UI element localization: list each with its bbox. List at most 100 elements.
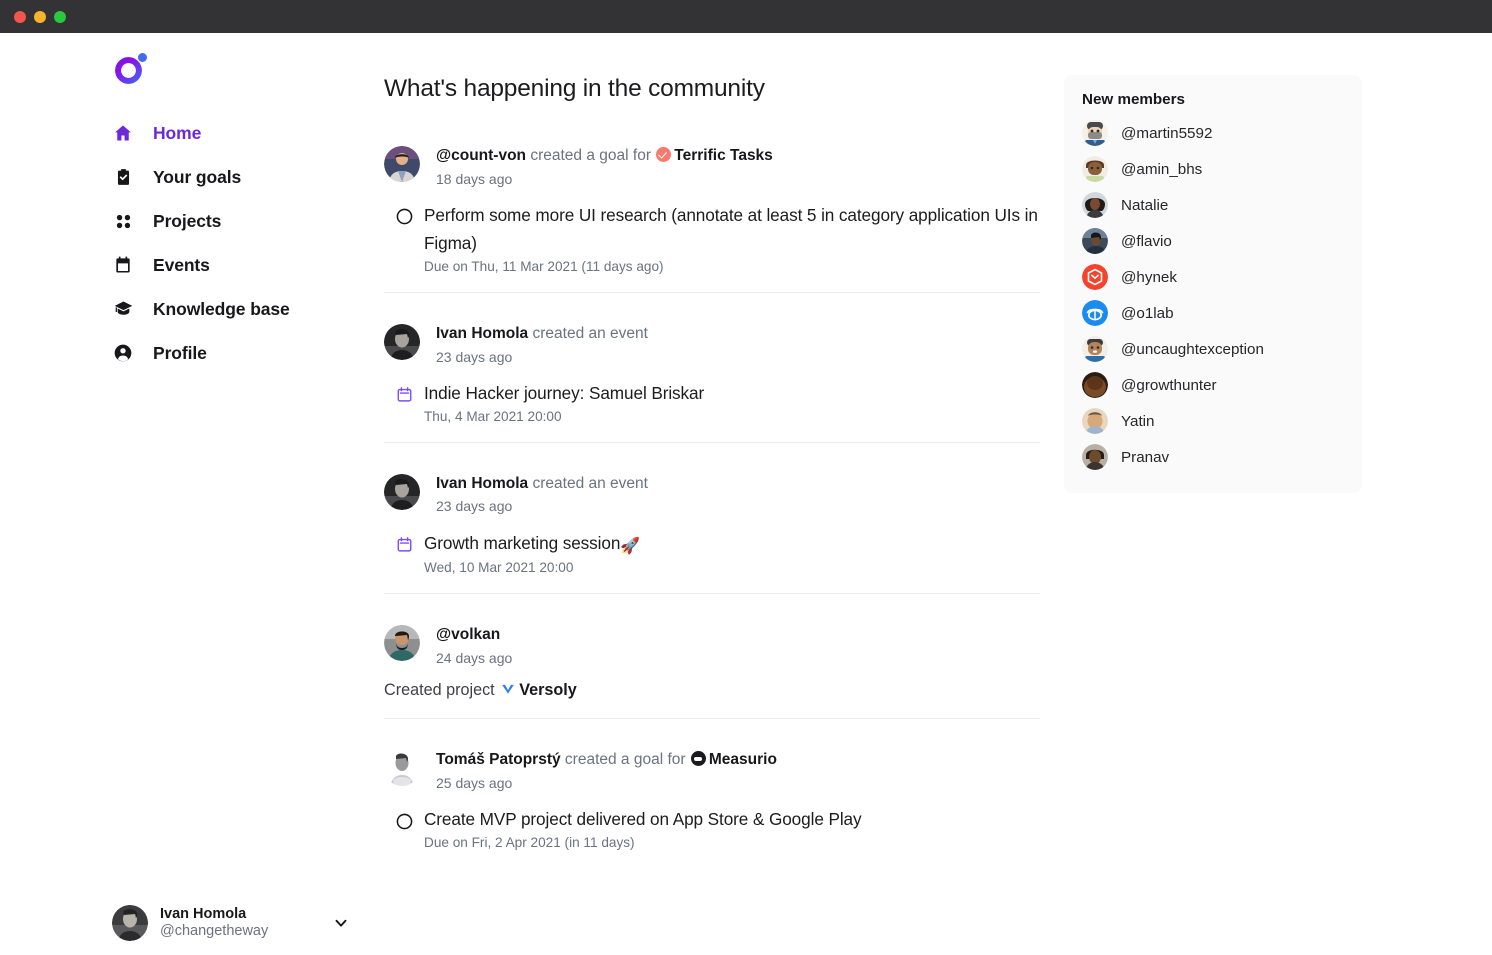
community-feed: What's happening in the community @count… xyxy=(384,33,1064,955)
sidebar-item-your-goals[interactable]: Your goals xyxy=(112,155,384,199)
goal-due-date: Due on Thu, 11 Mar 2021 (11 days ago) xyxy=(424,258,664,274)
post-header: Ivan Homola created an event 23 days ago xyxy=(384,473,1040,516)
user-account-switcher[interactable]: Ivan Homola @changetheway xyxy=(112,905,350,941)
page-title: What's happening in the community xyxy=(384,75,765,102)
window-titlebar xyxy=(0,0,1492,33)
post-timestamp: 23 days ago xyxy=(436,498,513,515)
list-item[interactable]: @hynek xyxy=(1082,259,1344,295)
post-author[interactable]: Ivan Homola xyxy=(436,325,528,342)
post-timestamp: 23 days ago xyxy=(436,348,513,365)
avatar[interactable] xyxy=(384,750,420,787)
list-item[interactable]: @flavio xyxy=(1082,223,1344,259)
post-header-text: Tomáš Patoprstý created a goal for Measu… xyxy=(436,749,777,792)
post-action-line: Tomáš Patoprstý created a goal for Measu… xyxy=(436,751,777,768)
sidebar-item-knowledge-base[interactable]: Knowledge base xyxy=(112,287,384,331)
post-body: Created project Versoly xyxy=(384,681,1040,700)
app-logo[interactable] xyxy=(112,47,158,91)
post-action: created a goal for xyxy=(530,147,651,164)
goal-title[interactable]: Perform some more UI research (annotate … xyxy=(424,202,1040,258)
calendar-icon xyxy=(112,254,134,276)
goal-circle-icon[interactable] xyxy=(392,809,416,833)
logo-dot-icon xyxy=(138,53,147,62)
avatar xyxy=(1082,120,1108,146)
post-header: @count-von created a goal for Terrific T… xyxy=(384,145,1040,188)
calendar-outline-icon[interactable] xyxy=(392,533,416,557)
post-body-main: Indie Hacker journey: Samuel Briskar Thu… xyxy=(424,380,1040,424)
user-circle-icon xyxy=(112,342,134,364)
sidebar-item-label: Knowledge base xyxy=(153,298,290,319)
new-members-title: New members xyxy=(1082,91,1185,108)
member-name: @amin_bhs xyxy=(1121,160,1203,178)
list-item[interactable]: @o1lab xyxy=(1082,295,1344,331)
sidebar-item-projects[interactable]: Projects xyxy=(112,199,384,243)
list-item[interactable]: @amin_bhs xyxy=(1082,151,1344,187)
avatar[interactable] xyxy=(384,146,420,182)
post-body: Growth marketing session🚀 Wed, 10 Mar 20… xyxy=(384,530,1040,575)
post-header: @volkan 24 days ago xyxy=(384,624,1040,667)
goal-title[interactable]: Create MVP project delivered on App Stor… xyxy=(424,806,1040,834)
list-item[interactable]: Pranav xyxy=(1082,439,1344,475)
graduation-cap-icon xyxy=(112,298,134,320)
avatar xyxy=(1082,372,1108,398)
goal-circle-icon[interactable] xyxy=(392,205,416,229)
member-name: @martin5592 xyxy=(1121,124,1213,142)
event-title-text: Growth marketing session xyxy=(424,532,621,553)
member-name: @growthunter xyxy=(1121,376,1217,394)
home-icon xyxy=(112,122,134,144)
post-author[interactable]: Tomáš Patoprstý xyxy=(436,751,561,768)
sidebar-item-label: Your goals xyxy=(153,166,242,187)
avatar[interactable] xyxy=(384,473,420,510)
avatar xyxy=(1082,264,1108,290)
list-item[interactable]: Natalie xyxy=(1082,187,1344,223)
account-text: Ivan Homola @changetheway xyxy=(160,906,332,940)
sidebar-item-label: Profile xyxy=(153,342,207,363)
avatar xyxy=(1082,228,1108,254)
post-header: Tomáš Patoprstý created a goal for Measu… xyxy=(384,749,1040,792)
post-author[interactable]: @volkan xyxy=(436,626,500,643)
sidebar: Home Your goals Projects Events Knowledg… xyxy=(0,33,384,955)
post-timestamp: 25 days ago xyxy=(436,775,513,792)
list-item[interactable]: @martin5592 xyxy=(1082,115,1344,151)
app-window: Home Your goals Projects Events Knowledg… xyxy=(0,0,1492,955)
event-title[interactable]: Growth marketing session🚀 xyxy=(424,530,1040,560)
member-name: @flavio xyxy=(1121,232,1172,250)
avatar xyxy=(1082,156,1108,182)
post-action-line: @count-von created a goal for Terrific T… xyxy=(436,147,773,164)
post-action-line: Ivan Homola created an event xyxy=(436,475,648,492)
sidebar-item-profile[interactable]: Profile xyxy=(112,331,384,375)
post-action-line: @volkan xyxy=(436,626,500,643)
post-body: Perform some more UI research (annotate … xyxy=(384,202,1040,274)
sidebar-item-label: Events xyxy=(153,254,210,275)
feed-post: Ivan Homola created an event 23 days ago xyxy=(384,291,1040,442)
grid-dots-icon xyxy=(112,210,134,232)
post-action-line: Ivan Homola created an event xyxy=(436,325,648,342)
terrific-tasks-logo-icon xyxy=(656,147,672,162)
project-name[interactable]: Versoly xyxy=(519,681,577,699)
list-item[interactable]: @uncaughtexception xyxy=(1082,331,1344,367)
new-members-panel: New members @martin5592 @amin_bhs Natali… xyxy=(1064,75,1362,493)
list-item[interactable]: Yatin xyxy=(1082,403,1344,439)
post-author[interactable]: Ivan Homola xyxy=(436,475,528,492)
event-datetime: Thu, 4 Mar 2021 20:00 xyxy=(424,408,562,424)
avatar[interactable] xyxy=(384,625,420,662)
post-action: created an event xyxy=(532,474,648,492)
sidebar-item-home[interactable]: Home xyxy=(112,111,384,155)
avatar xyxy=(112,905,148,941)
sidebar-item-label: Home xyxy=(153,122,202,143)
maximize-window-button[interactable] xyxy=(54,10,66,23)
event-title[interactable]: Indie Hacker journey: Samuel Briskar xyxy=(424,380,1040,408)
calendar-outline-icon[interactable] xyxy=(392,383,416,407)
post-author[interactable]: @count-von xyxy=(436,147,526,164)
post-header-text: Ivan Homola created an event 23 days ago xyxy=(436,323,648,366)
minimize-window-button[interactable] xyxy=(34,10,46,23)
post-target[interactable]: Measurio xyxy=(709,751,777,768)
chevron-down-icon[interactable] xyxy=(332,914,350,932)
close-window-button[interactable] xyxy=(14,10,26,23)
member-name: Natalie xyxy=(1121,196,1169,214)
rocket-icon: 🚀 xyxy=(620,537,641,555)
clipboard-check-icon xyxy=(112,166,134,188)
list-item[interactable]: @growthunter xyxy=(1082,367,1344,403)
sidebar-item-events[interactable]: Events xyxy=(112,243,384,287)
post-target[interactable]: Terrific Tasks xyxy=(674,147,773,164)
avatar[interactable] xyxy=(384,323,420,360)
